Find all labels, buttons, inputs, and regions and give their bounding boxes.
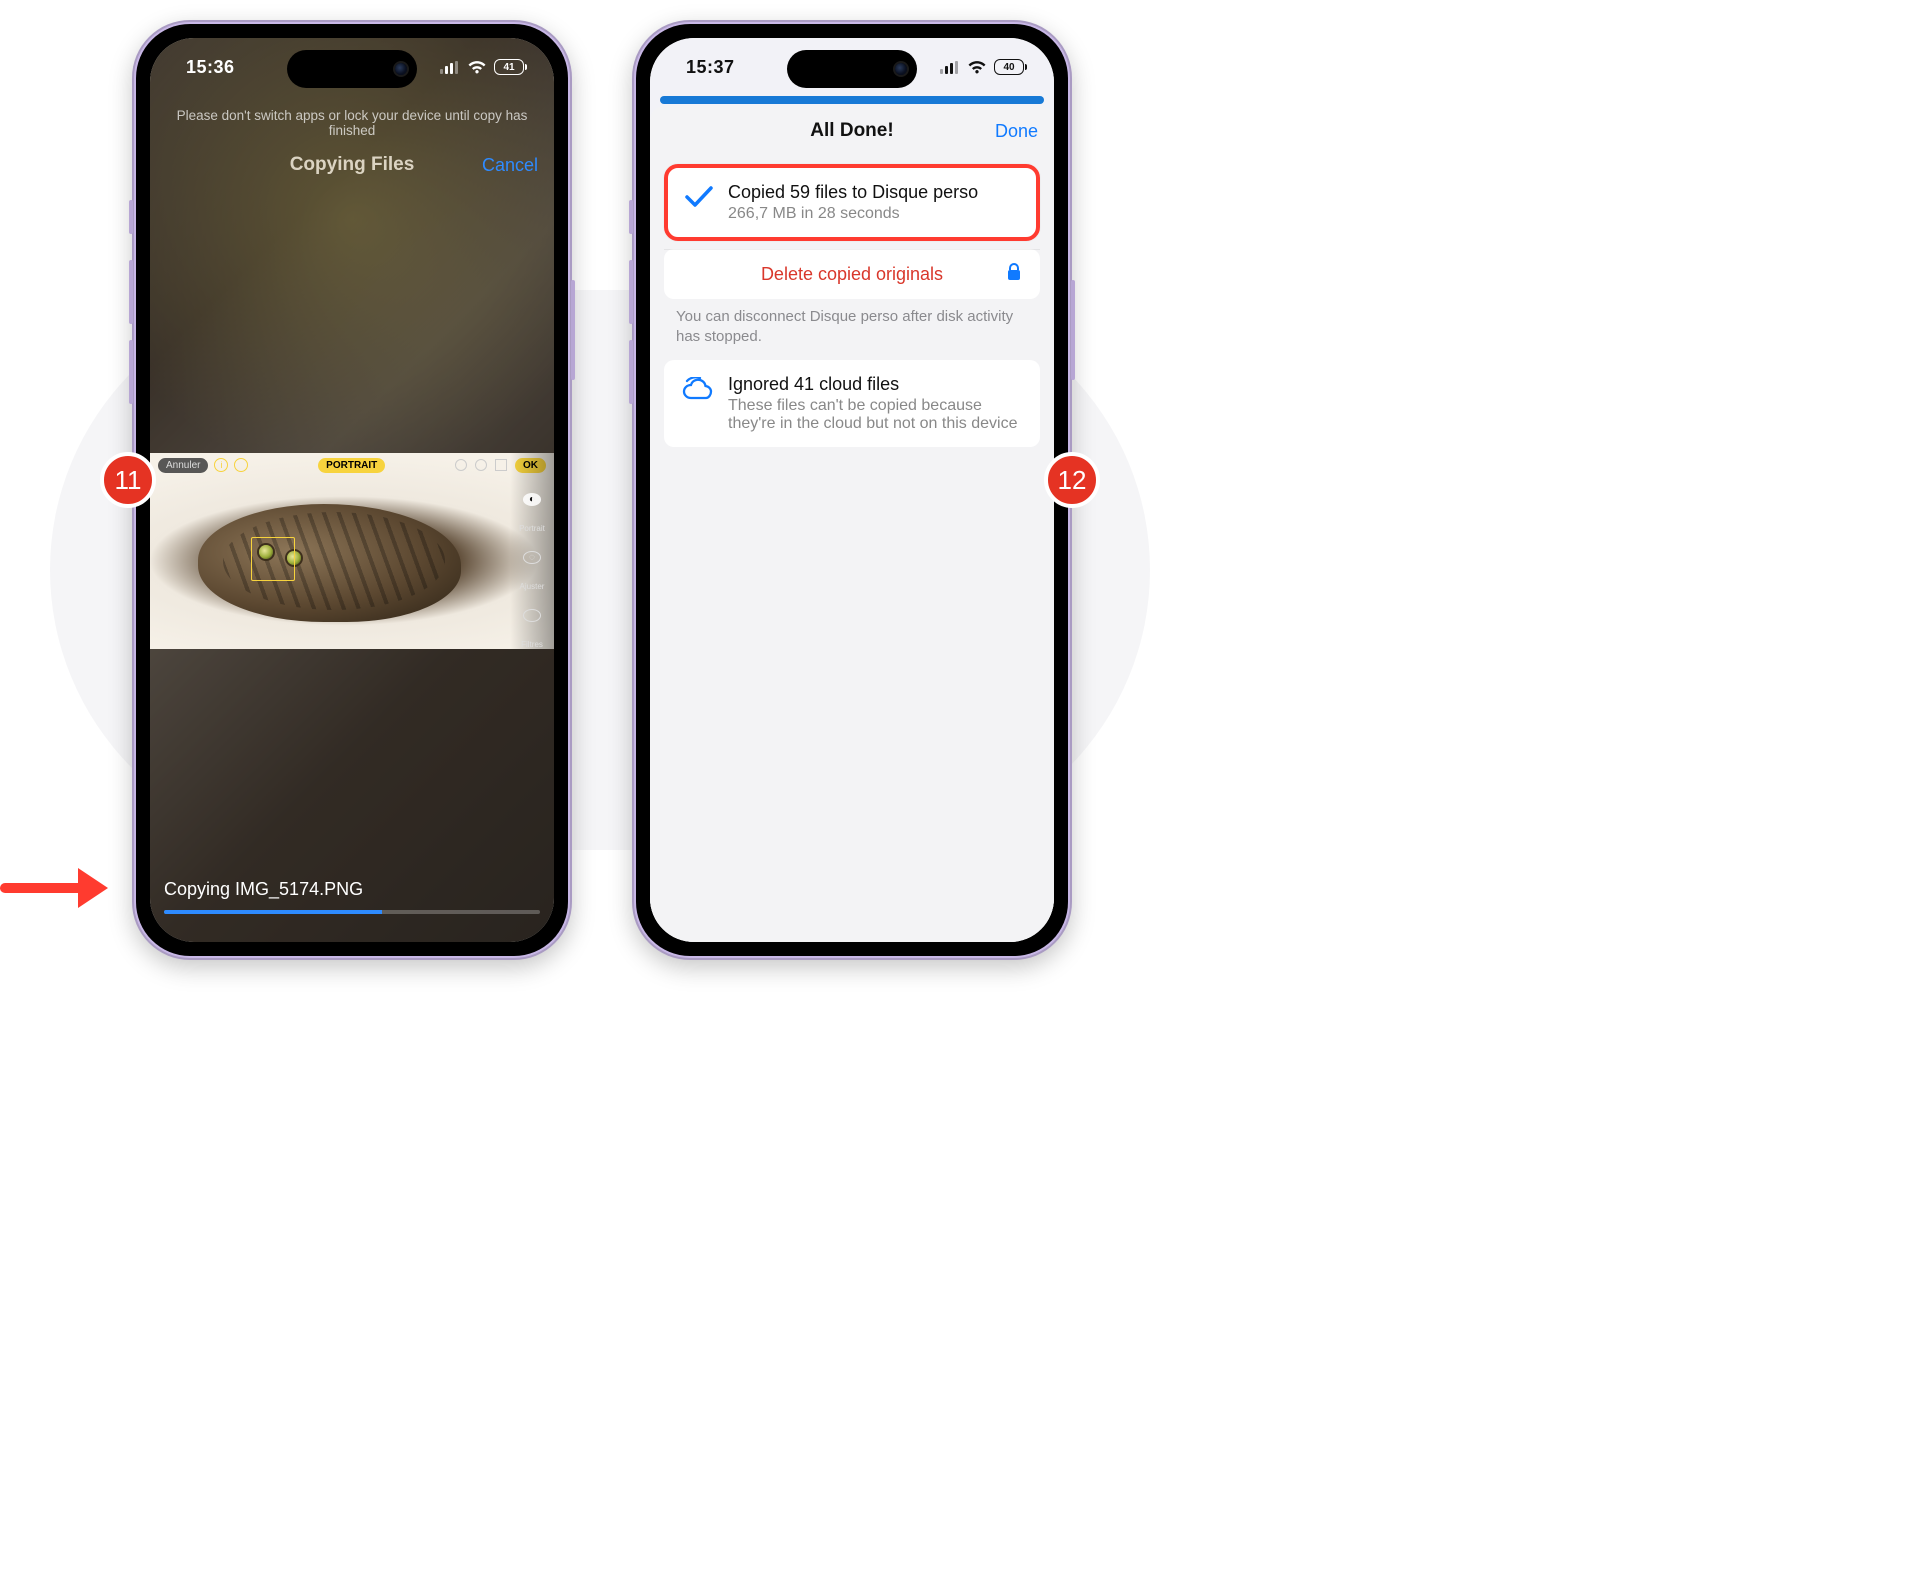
annuler-chip: Annuler xyxy=(158,458,208,473)
status-time: 15:36 xyxy=(186,57,235,78)
preview-thumbnail: Annuler i PORTRAIT OK ◐ Portrait xyxy=(150,453,554,649)
tool-icon xyxy=(455,459,467,471)
ignored-subtitle: These files can't be copied because they… xyxy=(728,397,1024,433)
wifi-icon xyxy=(967,60,987,74)
dynamic-island xyxy=(787,50,917,88)
face-detection-box xyxy=(251,537,295,581)
delete-originals-button[interactable]: Delete copied originals xyxy=(664,249,1040,299)
sidebar-portrait-label: Portrait xyxy=(519,524,545,533)
sidebar-filters-label: Filtres xyxy=(521,640,543,649)
tool-icon xyxy=(495,459,507,471)
step-badge-12: 12 xyxy=(1044,452,1100,508)
flash-icon: ◐ xyxy=(523,493,541,506)
callout-arrow xyxy=(0,865,112,911)
disconnect-note: You can disconnect Disque perso after di… xyxy=(676,307,1028,348)
flash-icon xyxy=(234,458,248,472)
warning-text: Please don't switch apps or lock your de… xyxy=(150,108,554,138)
phone-left-frame: 15:36 41 Please don't switch apps or loc… xyxy=(132,20,572,960)
copied-summary-card: Copied 59 files to Disque perso 266,7 MB… xyxy=(664,164,1040,241)
wifi-icon xyxy=(467,60,487,74)
cloud-sync-icon xyxy=(680,377,714,405)
page-title: Copying Files xyxy=(290,154,415,176)
screen-all-done: 15:37 40 All Done! Done Copie xyxy=(650,38,1054,942)
adjust-icon: ◌ xyxy=(523,551,541,564)
status-time: 15:37 xyxy=(686,57,735,78)
screen-copying: 15:36 41 Please don't switch apps or loc… xyxy=(150,38,554,942)
portrait-chip: PORTRAIT xyxy=(318,458,385,473)
tool-icon xyxy=(475,459,487,471)
cancel-button[interactable]: Cancel xyxy=(482,155,538,176)
cellular-icon xyxy=(940,61,960,74)
ignored-cloud-card[interactable]: Ignored 41 cloud files These files can't… xyxy=(664,360,1040,447)
check-icon xyxy=(684,184,714,208)
done-button[interactable]: Done xyxy=(995,121,1038,142)
battery-icon: 40 xyxy=(994,59,1024,75)
copied-subtitle: 266,7 MB in 28 seconds xyxy=(728,205,978,223)
battery-icon: 41 xyxy=(494,59,524,75)
step-badge-11: 11 xyxy=(100,452,156,508)
sidebar-adjust-label: Ajuster xyxy=(520,582,545,591)
copying-filename: Copying IMG_5174.PNG xyxy=(164,879,540,900)
phone-right-frame: 15:37 40 All Done! Done Copie xyxy=(632,20,1072,960)
page-title: All Done! xyxy=(810,120,893,142)
info-icon: i xyxy=(214,458,228,472)
dynamic-island xyxy=(287,50,417,88)
ignored-title: Ignored 41 cloud files xyxy=(728,374,1024,395)
copied-title: Copied 59 files to Disque perso xyxy=(728,182,978,203)
cellular-icon xyxy=(440,61,460,74)
progress-bar xyxy=(164,910,540,914)
filters-icon xyxy=(523,609,541,622)
lock-icon xyxy=(1006,262,1022,287)
